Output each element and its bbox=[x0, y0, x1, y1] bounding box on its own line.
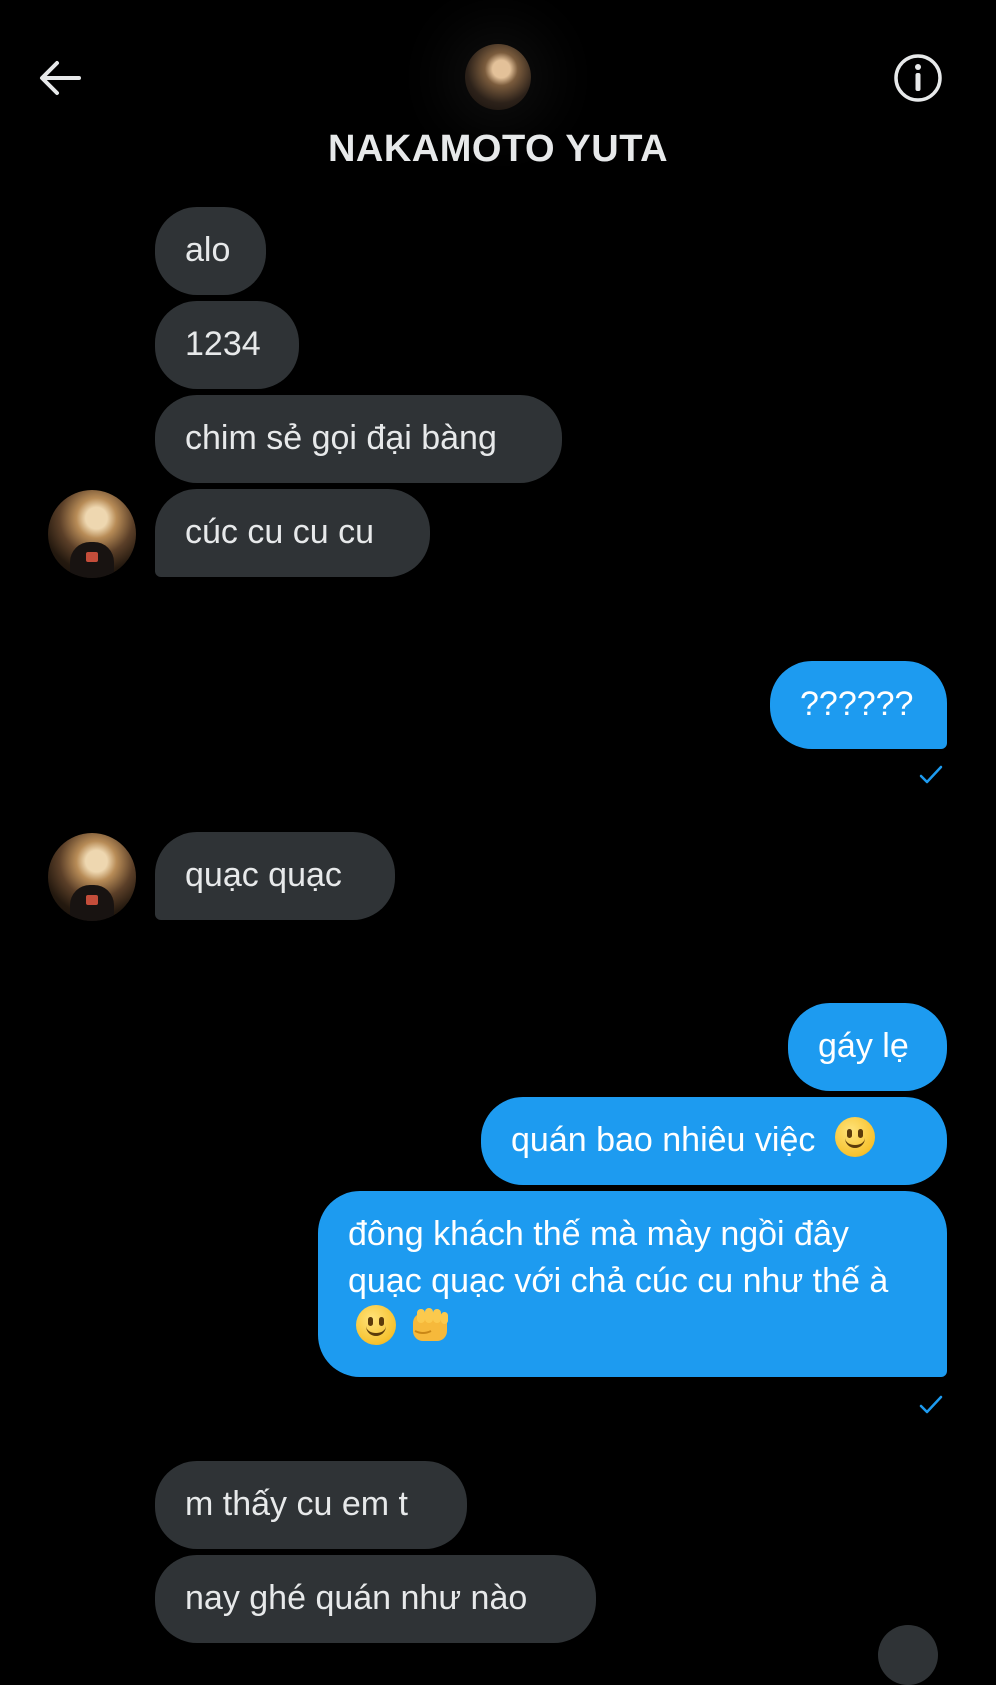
header-avatar[interactable] bbox=[465, 44, 531, 110]
message-text: đông khách thế mà mày ngồi đây quạc quạc… bbox=[348, 1215, 889, 1300]
back-button[interactable] bbox=[32, 50, 88, 106]
fist-icon bbox=[413, 1308, 449, 1341]
message-text: quán bao nhiêu việc bbox=[511, 1121, 816, 1159]
smiling-face-icon bbox=[356, 1305, 396, 1345]
message-bubble-incoming[interactable]: alo bbox=[155, 207, 266, 295]
message-bubble-incoming[interactable]: 1234 bbox=[155, 301, 299, 389]
message-bubble-incoming[interactable]: nay ghé quán như nào bbox=[155, 1555, 596, 1643]
check-icon bbox=[919, 1395, 943, 1414]
message-bubble-incoming[interactable]: m thấy cu em t bbox=[155, 1461, 467, 1549]
info-circle-icon bbox=[894, 54, 942, 102]
message-bubble-incoming[interactable]: quạc quạc bbox=[155, 832, 395, 920]
contact-avatar[interactable] bbox=[48, 833, 136, 921]
message-bubble-outgoing[interactable]: gáy lẹ bbox=[788, 1003, 947, 1091]
message-bubble-outgoing[interactable]: đông khách thế mà mày ngồi đây quạc quạc… bbox=[318, 1191, 947, 1377]
scroll-to-bottom-button[interactable] bbox=[878, 1625, 938, 1685]
message-bubble-incoming[interactable]: cúc cu cu cu bbox=[155, 489, 430, 577]
smiling-face-icon bbox=[834, 1117, 875, 1157]
check-icon bbox=[919, 765, 943, 784]
message-bubble-incoming[interactable]: chim sẻ gọi đại bàng bbox=[155, 395, 562, 483]
message-bubble-outgoing[interactable]: ?????? bbox=[770, 661, 947, 749]
contact-avatar[interactable] bbox=[48, 490, 136, 578]
info-button[interactable] bbox=[890, 50, 946, 106]
conversation-title[interactable]: NAKAMOTO YUTA bbox=[0, 128, 996, 171]
message-bubble-outgoing[interactable]: quán bao nhiêu việc bbox=[481, 1097, 947, 1185]
arrow-left-icon bbox=[40, 61, 81, 95]
